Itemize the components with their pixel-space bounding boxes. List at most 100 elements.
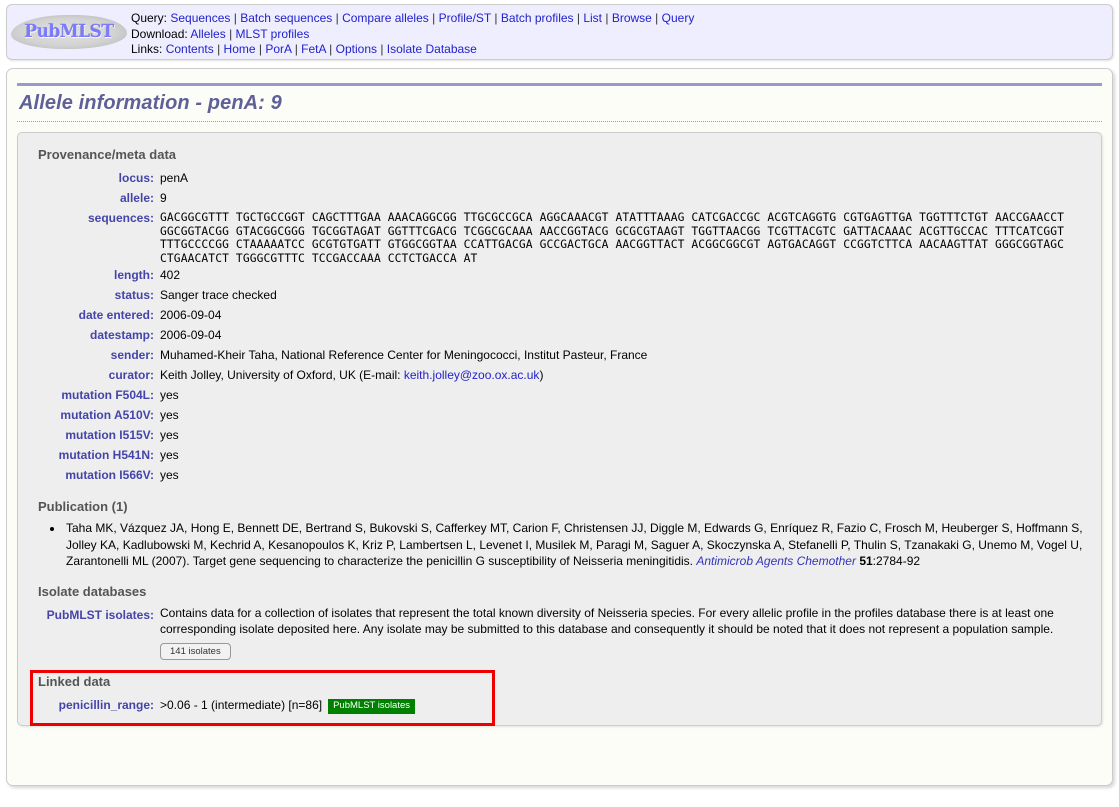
field-mutation-i566v-label: mutation I566V:: [65, 468, 154, 483]
isolate-databases-heading: Isolate databases: [38, 583, 147, 599]
nav-link-browse[interactable]: Browse: [612, 11, 652, 25]
curator-suffix: ): [539, 368, 544, 383]
field-locus-label: locus:: [118, 171, 154, 185]
isolate-count-button[interactable]: 141 isolates: [160, 642, 231, 660]
field-mutation-h541n-label: mutation H541N:: [58, 448, 154, 463]
site-header: PubMLST Query: Sequences | Batch sequenc…: [6, 4, 1113, 60]
field-datestamp-label: datestamp:: [89, 328, 154, 343]
sequence-line-4: CTGAACATCT TGGGCGTTTC TCCGACCAAA CCTCTGA…: [160, 251, 478, 265]
field-locus-value: penA: [160, 171, 189, 185]
publication-volume: 51: [859, 554, 873, 569]
field-allele-value: 9: [160, 191, 167, 205]
field-mutation-a510v-label: mutation A510V:: [60, 408, 154, 423]
nav-row-links-label: Links:: [131, 42, 163, 57]
field-length-value: 402: [160, 268, 181, 283]
nav-link-batch-profiles[interactable]: Batch profiles: [501, 11, 574, 25]
field-sequences-label: sequences:: [87, 211, 154, 225]
sequence-line-3: TTTGCCCCGG CTAAAAATCC GCGTGTGATT GTGGCGG…: [160, 238, 1065, 252]
nav-row-links: Links: Contents | Home | PorA | FetA | O…: [131, 42, 477, 57]
field-mutation-i515v: mutation I515V: yes: [28, 425, 1091, 445]
field-sender-value: Muhamed-Kheir Taha, National Reference C…: [160, 348, 648, 363]
nav-link-batch-sequences[interactable]: Batch sequences: [240, 11, 332, 25]
logo-text: PubMLST: [24, 21, 114, 43]
field-length-label: length:: [114, 268, 154, 283]
nav-link-home[interactable]: Home: [224, 42, 256, 56]
main-panel: Allele information - penA: 9 Provenance/…: [6, 68, 1113, 786]
nav-link-query[interactable]: Query: [662, 11, 695, 25]
pubmlst-logo: PubMLST: [7, 5, 131, 59]
field-status-label: status:: [114, 288, 154, 303]
nav-link-sequences[interactable]: Sequences: [170, 11, 230, 25]
field-mutation-a510v-value: yes: [160, 408, 179, 423]
field-length: length: 402: [28, 265, 1091, 285]
nav-link-isolate-database[interactable]: Isolate Database: [387, 42, 477, 56]
field-date-entered-value: 2006-09-04: [160, 308, 222, 323]
publication-citation: Taha MK, Vázquez JA, Hong E, Bennett DE,…: [66, 521, 1083, 569]
pubmlst-isolates-badge[interactable]: PubMLST isolates: [328, 698, 416, 714]
title-bottom-rule: [17, 121, 1102, 122]
field-penicillin-range-label: penicillin_range:: [58, 697, 154, 712]
nav-link-mlst-profiles[interactable]: MLST profiles: [236, 27, 310, 41]
page-title: Allele information - penA: 9: [19, 92, 282, 114]
publication-list: Taha MK, Vázquez JA, Hong E, Bennett DE,…: [28, 520, 1091, 569]
field-mutation-i515v-value: yes: [160, 428, 179, 443]
field-mutation-i515v-label: mutation I515V:: [65, 428, 154, 443]
field-date-entered-label: date entered:: [78, 308, 154, 323]
field-mutation-f504l-label: mutation F504L:: [61, 388, 154, 403]
nav-link-pora[interactable]: PorA: [265, 42, 291, 56]
content-box: Provenance/meta data locus: penA allele:…: [17, 132, 1102, 726]
nav-link-contents[interactable]: Contents: [166, 42, 214, 56]
provenance-heading: Provenance/meta data: [38, 147, 177, 162]
nav-link-feta[interactable]: FetA: [301, 42, 326, 56]
nav-link-alleles[interactable]: Alleles: [190, 27, 225, 41]
linked-data-heading: Linked data: [38, 673, 111, 689]
nav-link-compare-alleles[interactable]: Compare alleles: [342, 11, 429, 25]
publication-heading: Publication (1): [38, 499, 128, 515]
field-sender: sender: Muhamed-Kheir Taha, National Ref…: [28, 345, 1091, 365]
publication-pages: :2784-92: [872, 554, 921, 569]
nav-link-list[interactable]: List: [583, 11, 602, 25]
field-status: status: Sanger trace checked: [28, 285, 1091, 305]
field-penicillin-range: penicillin_range: >0.06 - 1 (intermediat…: [28, 695, 1091, 715]
field-allele: allele: 9: [28, 188, 1091, 208]
nav-link-profile-st[interactable]: Profile/ST: [439, 11, 491, 25]
sequence-line-2: GGCGGTACGG GTACGGCGGG TGCGGTAGAT GGTTTCG…: [160, 224, 1065, 238]
nav-row-download: Download: Alleles | MLST profiles: [131, 26, 310, 41]
field-locus: locus: penA: [28, 168, 1091, 188]
field-sequences: sequences: GACGGCGTTT TGCTGCCGGT CAGCTTT…: [28, 208, 1091, 265]
field-datestamp-value: 2006-09-04: [160, 328, 222, 343]
field-pubmlst-isolates-label: PubMLST isolates:: [46, 607, 154, 622]
nav-row-download-label: Download:: [131, 26, 188, 41]
nav-row-query-label: Query:: [131, 11, 168, 25]
field-mutation-i566v: mutation I566V: yes: [28, 465, 1091, 485]
linked-data-section: Linked data penicillin_range: >0.06 - 1 …: [28, 669, 1091, 726]
publication-item: Taha MK, Vázquez JA, Hong E, Bennett DE,…: [64, 520, 1091, 569]
field-pubmlst-isolates: PubMLST isolates: Contains data for a co…: [28, 605, 1091, 660]
nav-link-options[interactable]: Options: [336, 42, 377, 56]
publication-journal: Antimicrob Agents Chemother: [696, 554, 856, 569]
field-mutation-f504l: mutation F504L: yes: [28, 385, 1091, 405]
isolate-description: Contains data for a collection of isolat…: [160, 605, 1054, 637]
field-sender-label: sender:: [110, 348, 154, 363]
sequence-line-1: GACGGCGTTT TGCTGCCGGT CAGCTTTGAA AAACAGG…: [160, 211, 1065, 224]
title-top-rule: [17, 83, 1102, 86]
field-datestamp: datestamp: 2006-09-04: [28, 325, 1091, 345]
logo-blob-icon: PubMLST: [11, 15, 127, 49]
nav-row-query: Query: Sequences | Batch sequences | Com…: [131, 11, 695, 25]
curator-email-link[interactable]: keith.jolley@zoo.ox.ac.uk: [404, 368, 540, 382]
field-mutation-a510v: mutation A510V: yes: [28, 405, 1091, 425]
field-allele-label: allele:: [119, 191, 154, 205]
curator-prefix: Keith Jolley, University of Oxford, UK (…: [160, 368, 404, 383]
header-navigation: Query: Sequences | Batch sequences | Com…: [131, 5, 694, 58]
field-pubmlst-isolates-value: Contains data for a collection of isolat…: [160, 605, 1090, 660]
field-curator-value: Keith Jolley, University of Oxford, UK (…: [160, 365, 543, 385]
field-mutation-f504l-value: yes: [160, 388, 179, 403]
field-curator-label: curator:: [108, 368, 154, 383]
field-status-value: Sanger trace checked: [160, 288, 277, 303]
field-curator: curator: Keith Jolley, University of Oxf…: [28, 365, 1091, 385]
penicillin-range-text: >0.06 - 1 (intermediate) [n=86]: [160, 697, 323, 712]
field-mutation-h541n: mutation H541N: yes: [28, 445, 1091, 465]
field-date-entered: date entered: 2006-09-04: [28, 305, 1091, 325]
field-sequences-value: GACGGCGTTT TGCTGCCGGT CAGCTTTGAA AAACAGG…: [160, 208, 1064, 265]
field-penicillin-range-value: >0.06 - 1 (intermediate) [n=86] PubMLST i…: [160, 695, 416, 715]
